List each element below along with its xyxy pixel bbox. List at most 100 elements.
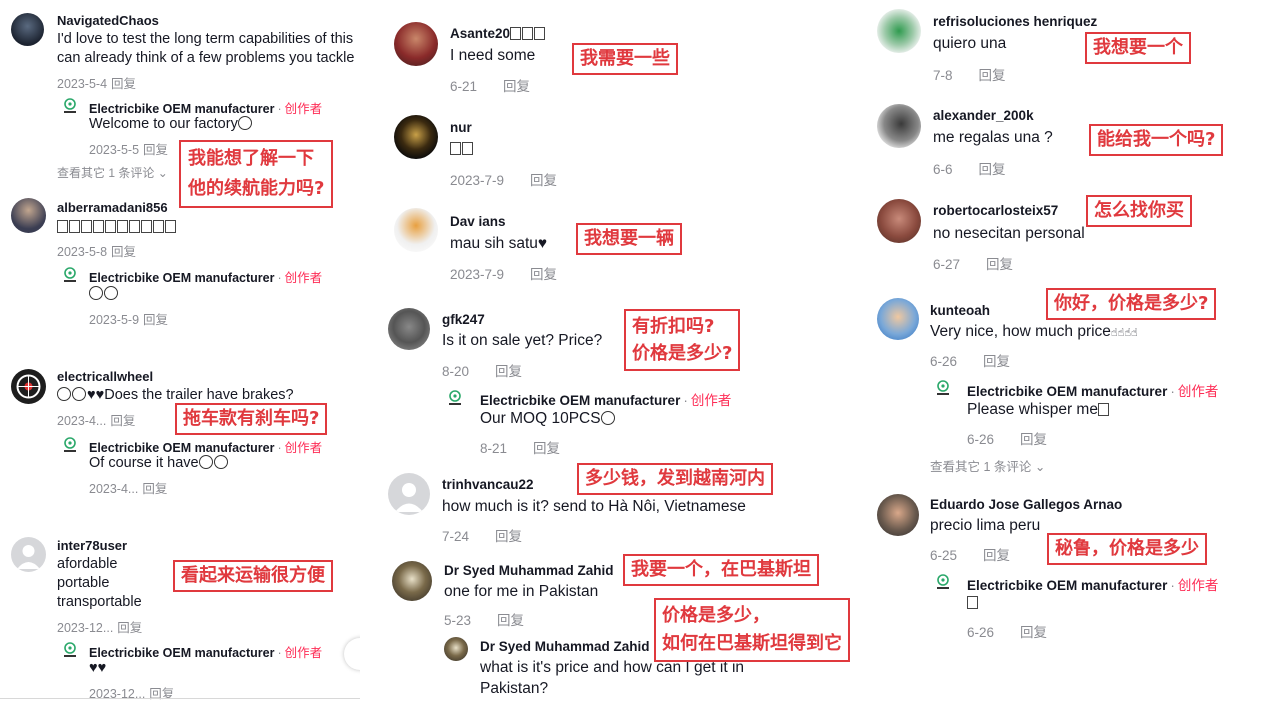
comments-panel-3: refrisoluciones henriquez quiero una 7-8… [868, 0, 1265, 703]
creator-name[interactable]: Electricbike OEM manufacturer · 创作者 [89, 267, 322, 286]
view-more-replies[interactable]: 查看其它 1 条评论 ⌄ [57, 164, 168, 181]
avatar[interactable] [11, 198, 46, 233]
username[interactable]: Dr Syed Muhammad Zahid [444, 563, 614, 578]
username[interactable]: robertocarlosteix57 [933, 203, 1058, 218]
reply-button[interactable]: 回复 [143, 313, 168, 327]
avatar[interactable] [392, 561, 432, 601]
side-floating-button[interactable] [344, 638, 360, 670]
avatar[interactable] [11, 537, 46, 572]
username[interactable]: nur [450, 120, 472, 135]
username[interactable]: inter78user [57, 538, 127, 553]
username[interactable]: Eduardo Jose Gallegos Arnao [930, 497, 1122, 512]
comment-text: I'd love to test the long term capabilit… [57, 31, 354, 47]
avatar[interactable] [877, 199, 921, 243]
comment-meta: 6-26 回复 [967, 432, 1048, 447]
comment-meta: 2023-12... 回复 [57, 621, 143, 635]
comment-meta: 2023-5-5 回复 [89, 143, 169, 157]
avatar[interactable] [877, 9, 921, 53]
reply-button[interactable]: 回复 [530, 267, 557, 282]
reply-button[interactable]: 回复 [503, 79, 530, 94]
brand-logo-icon [64, 642, 76, 657]
avatar[interactable] [388, 473, 430, 515]
view-more-replies[interactable]: 查看其它 1 条评论 ⌄ [930, 456, 1045, 475]
creator-badge: 创作者 [284, 102, 323, 116]
annotation-note: 我需要一些 [572, 43, 678, 75]
comments-panel-1: NavigatedChaos I'd love to test the long… [0, 0, 360, 703]
comment-meta: 2023-5-9 回复 [89, 313, 169, 327]
chevron-down-icon: ⌄ [1034, 460, 1046, 474]
reply-button[interactable]: 回复 [142, 482, 167, 496]
reply-button[interactable]: 回复 [143, 143, 168, 157]
username[interactable]: kunteoah [930, 303, 990, 318]
username[interactable]: gfk247 [442, 312, 485, 327]
avatar[interactable] [877, 494, 919, 536]
username[interactable]: NavigatedChaos [57, 13, 159, 28]
comment-meta: 6-27 回复 [933, 257, 1014, 272]
default-avatar-icon [395, 483, 423, 512]
username[interactable]: Dav ians [450, 214, 506, 229]
username[interactable]: alberramadani856 [57, 200, 168, 215]
comment-meta: 2023-5-8 回复 [57, 245, 137, 259]
reply-button[interactable]: 回复 [110, 414, 135, 428]
comment-meta: 6-26 回复 [967, 625, 1048, 640]
comment-text [57, 218, 177, 237]
creator-name[interactable]: Electricbike OEM manufacturer · 创作者 [89, 642, 322, 661]
username[interactable]: trinhvancau22 [442, 477, 534, 492]
reply-button[interactable]: 回复 [979, 68, 1006, 83]
comment-text: Very nice, how much price☝☝☝☝ [930, 323, 1138, 340]
brand-logo-icon [937, 380, 949, 395]
reply-button[interactable]: 回复 [530, 173, 557, 188]
reply-button[interactable]: 回复 [1020, 432, 1047, 447]
reply-button[interactable]: 回复 [495, 529, 522, 544]
comment-text: me regalas una ? [933, 129, 1053, 146]
reply-button[interactable]: 回复 [1020, 625, 1047, 640]
reply-emoji: ♥♥ [89, 660, 107, 676]
username[interactable]: refrisoluciones henriquez [933, 14, 1097, 29]
reply-text: Our MOQ 10PCS [480, 409, 616, 428]
username[interactable]: Dr Syed Muhammad Zahid [480, 639, 650, 654]
reply-button[interactable]: 回复 [495, 364, 522, 379]
avatar[interactable] [444, 637, 468, 661]
reply-emoji [89, 285, 119, 304]
username[interactable]: Asante20 [450, 26, 546, 41]
reply-button[interactable]: 回复 [533, 441, 560, 456]
avatar[interactable] [394, 115, 438, 159]
username[interactable]: alexander_200k [933, 108, 1034, 123]
comment-meta: 2023-12... 回复 [89, 687, 175, 701]
reply-button[interactable]: 回复 [983, 548, 1010, 563]
comment-text: precio lima peru [930, 517, 1041, 534]
reply-button[interactable]: 回复 [117, 621, 142, 635]
creator-name[interactable]: Electricbike OEM manufacturer · 创作者 [480, 389, 731, 409]
comment-meta: 6-25 回复 [930, 548, 1011, 563]
comment-text: I need some [450, 47, 536, 64]
avatar[interactable] [11, 13, 44, 46]
creator-badge: 创作者 [690, 393, 732, 408]
avatar[interactable] [877, 298, 919, 340]
brand-logo-icon [64, 437, 76, 452]
annotation-note: 能给我一个吗? [1089, 124, 1224, 156]
avatar[interactable] [394, 22, 438, 66]
comment-text: how much is it? send to Hà Nôi, Vietname… [442, 498, 746, 515]
avatar[interactable] [877, 104, 921, 148]
avatar[interactable] [11, 369, 46, 404]
brand-logo-icon [937, 574, 949, 589]
reply-button[interactable]: 回复 [111, 77, 136, 91]
avatar[interactable] [394, 208, 438, 252]
reply-button[interactable]: 回复 [111, 245, 136, 259]
comment-meta: 2023-4... 回复 [57, 414, 136, 428]
comments-panel-2: Asante20 I need some 6-21 回复 我需要一些 nur 20… [380, 0, 875, 703]
reply-button[interactable]: 回复 [979, 162, 1006, 177]
creator-badge: 创作者 [284, 271, 323, 285]
creator-name[interactable]: Electricbike OEM manufacturer · 创作者 [967, 380, 1218, 400]
creator-name[interactable]: Electricbike OEM manufacturer · 创作者 [967, 574, 1218, 594]
comment-text [450, 140, 474, 159]
comment-meta: 2023-7-9 回复 [450, 267, 558, 282]
reply-button[interactable]: 回复 [986, 257, 1013, 272]
username[interactable]: electricallwheel [57, 369, 153, 384]
reply-button[interactable]: 回复 [983, 354, 1010, 369]
brand-logo-icon [449, 390, 461, 405]
comment-text: can already think of a few problems you … [57, 50, 355, 66]
reply-button[interactable]: 回复 [497, 613, 524, 628]
reply-text: Welcome to our factory [89, 115, 253, 134]
avatar[interactable] [388, 308, 430, 350]
